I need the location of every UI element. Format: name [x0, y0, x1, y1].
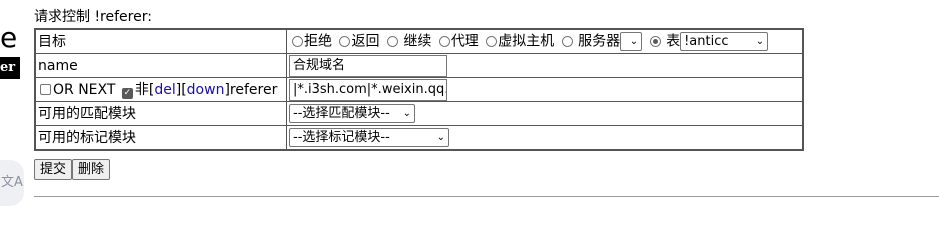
referer-input[interactable]: |*.i3sh.com|*.weixin.qq.c	[289, 78, 447, 101]
target-row: 目标 拒绝 返回 继续 代理 虚拟主机 服务器 ⌄ 表 !anticc ⌄	[34, 28, 804, 54]
target-options: 拒绝 返回 继续 代理 虚拟主机 服务器 ⌄ 表 !anticc ⌄	[286, 28, 804, 54]
radio-proxy[interactable]	[438, 35, 450, 47]
table-select[interactable]: !anticc ⌄	[680, 32, 769, 51]
edge-cut-tag: er	[0, 57, 20, 79]
translate-icon[interactable]: 文A	[0, 160, 24, 206]
mark-module-select[interactable]: --选择标记模块-- ⌄	[289, 128, 449, 147]
radio-continue-label: 继续	[403, 33, 432, 50]
radio-server-label: 服务器	[578, 33, 621, 50]
del-link[interactable]: del	[154, 82, 175, 98]
referer-row: OR NEXT ✓ 非[del][down]referer |*.i3sh.com…	[34, 77, 804, 102]
radio-reject-label: 拒绝	[304, 33, 332, 50]
match-module-label: 可用的匹配模块	[34, 101, 287, 126]
radio-return-label: 返回	[351, 33, 380, 50]
divider	[34, 196, 939, 197]
mark-module-row: 可用的标记模块 --选择标记模块-- ⌄	[34, 125, 804, 151]
chevron-down-icon: ⌄	[629, 36, 639, 47]
not-checkbox[interactable]: ✓	[121, 87, 133, 99]
down-link[interactable]: down	[187, 82, 225, 98]
chevron-down-icon: ⌄	[755, 36, 765, 47]
control-form-table: 目标 拒绝 返回 继续 代理 虚拟主机 服务器 ⌄ 表 !anticc ⌄ name …	[34, 28, 804, 151]
form-buttons: 提交 删除	[34, 159, 111, 180]
not-label: 非	[134, 81, 149, 98]
page-title: 请求控制 !referer:	[34, 9, 152, 25]
referer-field-label: referer	[229, 81, 278, 98]
radio-table[interactable]	[649, 35, 661, 47]
radio-vhost-label: 虚拟主机	[498, 33, 555, 50]
mark-module-label: 可用的标记模块	[34, 125, 287, 151]
radio-continue[interactable]	[386, 35, 398, 47]
radio-return[interactable]	[339, 35, 351, 47]
or-next-label: OR NEXT	[53, 81, 116, 98]
match-module-row: 可用的匹配模块 --选择匹配模块-- ⌄	[34, 101, 804, 126]
or-next-checkbox[interactable]	[40, 83, 51, 95]
server-select[interactable]: ⌄	[620, 32, 643, 51]
radio-server[interactable]	[561, 35, 573, 47]
chevron-down-icon: ⌄	[436, 132, 445, 143]
name-label: name	[34, 53, 287, 78]
match-module-select[interactable]: --选择匹配模块-- ⌄	[289, 104, 415, 123]
radio-reject[interactable]	[292, 35, 303, 47]
target-label: 目标	[34, 28, 287, 54]
radio-proxy-label: 代理	[450, 33, 479, 50]
chevron-down-icon: ⌄	[402, 108, 411, 119]
delete-button[interactable]: 删除	[72, 159, 111, 180]
radio-table-label: 表	[666, 33, 681, 50]
name-row: name 合规域名	[34, 53, 804, 78]
referer-options: OR NEXT ✓ 非[del][down]referer	[34, 77, 287, 102]
edge-cut-letter: e	[0, 21, 18, 54]
radio-vhost[interactable]	[486, 35, 498, 47]
submit-button[interactable]: 提交	[34, 159, 73, 180]
name-input[interactable]: 合规域名	[289, 54, 447, 77]
